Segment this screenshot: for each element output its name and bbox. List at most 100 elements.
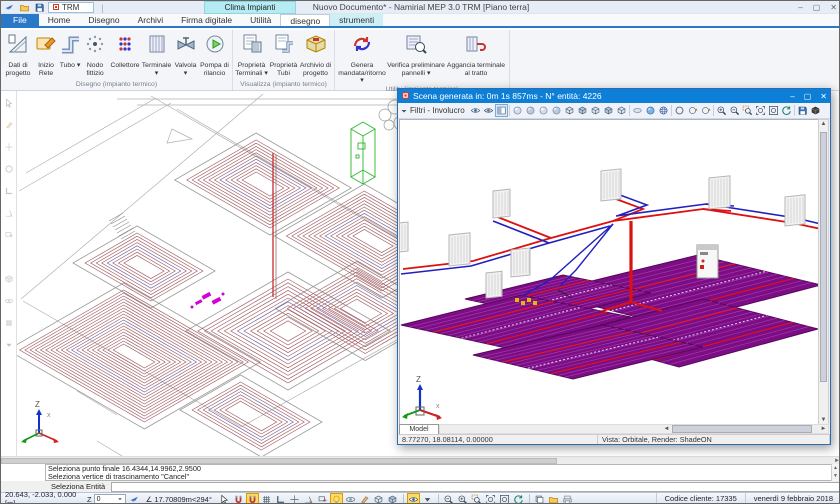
zoom-in-icon[interactable] <box>456 493 469 504</box>
zoom-previous-icon[interactable] <box>767 104 780 117</box>
orbit-rotate-icon[interactable] <box>512 493 525 504</box>
highlight-bulb-icon[interactable] <box>330 493 343 504</box>
dummy-node-button[interactable]: Nodo fittizio <box>81 31 109 77</box>
scene-viewer-window[interactable]: Scena generata in: 0m 1s 857ms - N° enti… <box>397 88 831 445</box>
viewer-maximize-button[interactable]: ▢ <box>804 92 812 101</box>
command-history-scroll[interactable]: ▲▼ <box>831 464 839 481</box>
draw-tool-icon[interactable] <box>4 183 14 201</box>
tab-disegno[interactable]: disegno <box>280 14 330 26</box>
draw-tool-icon[interactable] <box>4 227 14 245</box>
tab-archivi[interactable]: Archivi <box>129 14 173 26</box>
scroll-left-arrow[interactable]: ◄ <box>662 425 671 433</box>
minimize-button[interactable]: – <box>798 1 802 14</box>
circle-view-icon[interactable] <box>673 104 686 117</box>
generate-supply-return-button[interactable]: Genera mandata/ritorno ▾ <box>337 31 387 85</box>
terminal-button[interactable]: Terminale ▾ <box>141 31 172 77</box>
valve-button[interactable]: Valvola ▾ <box>172 31 199 77</box>
draw-tool-icon[interactable] <box>4 293 14 311</box>
zoom-out-icon[interactable] <box>728 104 741 117</box>
draw-tool-icon[interactable] <box>4 117 14 135</box>
draw-tool-icon[interactable] <box>4 337 14 355</box>
collector-button[interactable]: Collettore <box>109 31 141 70</box>
scene-3d-canvas[interactable]: Z x <box>399 119 820 426</box>
shade-ball-3-icon[interactable] <box>537 104 550 117</box>
ucs-cube-icon[interactable] <box>386 493 399 504</box>
solid-cube-5-icon[interactable] <box>615 104 628 117</box>
draw-tool-icon[interactable] <box>4 139 14 157</box>
panel-precheck-button[interactable]: Verifica preliminare pannelli ▾ <box>387 31 445 77</box>
orbit-icon[interactable] <box>344 493 357 504</box>
maximize-button[interactable]: ▢ <box>813 1 821 14</box>
pipe-properties-button[interactable]: Proprietà Tubi <box>268 31 299 77</box>
scroll-up-arrow[interactable]: ▲ <box>819 120 828 129</box>
spin-circle-icon[interactable] <box>699 104 712 117</box>
filters-dropdown[interactable]: Filtri - Involucro <box>400 106 469 115</box>
draw-tool-icon[interactable] <box>4 205 14 223</box>
grid-icon[interactable] <box>260 493 273 504</box>
layers-icon[interactable] <box>533 493 546 504</box>
save-view-icon[interactable] <box>796 104 809 117</box>
attach-terminal-button[interactable]: Aggancia terminale al tratto <box>445 31 507 77</box>
model-tab[interactable]: Model <box>399 424 439 434</box>
tab-utilità[interactable]: Utilità <box>241 14 280 26</box>
split-view-icon[interactable] <box>495 104 508 117</box>
viewer-title-bar[interactable]: Scena generata in: 0m 1s 857ms - N° enti… <box>398 89 830 103</box>
draw-tool-icon[interactable] <box>4 271 14 289</box>
visibility-eye-icon[interactable] <box>407 493 420 504</box>
shade-ball-2-icon[interactable] <box>524 104 537 117</box>
draw-tool-icon[interactable] <box>4 315 14 333</box>
wire-globe-icon[interactable] <box>657 104 670 117</box>
solid-cube-3-icon[interactable] <box>589 104 602 117</box>
pipe-button[interactable]: Tubo ▾ <box>59 31 81 70</box>
draw-tool-icon[interactable] <box>4 249 14 267</box>
rotate-view-icon[interactable] <box>780 104 793 117</box>
command-input[interactable] <box>111 482 840 492</box>
zoom-all-icon[interactable] <box>498 493 511 504</box>
viewer-minimize-button[interactable]: – <box>790 92 794 101</box>
flat-disc-icon[interactable] <box>631 104 644 117</box>
tab-disegno[interactable]: Disegno <box>79 14 128 26</box>
osnap-magnet-icon[interactable] <box>246 493 259 504</box>
snap-magnet-icon[interactable] <box>232 493 245 504</box>
shade-ball-4-icon[interactable] <box>550 104 563 117</box>
project-folder-icon[interactable] <box>547 493 560 504</box>
zoom-in-icon[interactable] <box>715 104 728 117</box>
project-data-button[interactable]: Dati di progetto <box>3 31 33 77</box>
zoom-out-icon[interactable] <box>442 493 455 504</box>
viewer-vscroll-thumb[interactable] <box>820 132 827 382</box>
network-start-button[interactable]: Inizio Rete <box>33 31 59 77</box>
solid-cube-4-icon[interactable] <box>602 104 615 117</box>
tab-firma-digitale[interactable]: Firma digitale <box>172 14 241 26</box>
tab-home[interactable]: Home <box>39 14 80 26</box>
render-cube-icon[interactable] <box>809 104 822 117</box>
terminal-properties-button[interactable]: Proprietà Terminali ▾ <box>235 31 268 77</box>
view-cube-icon[interactable] <box>372 493 385 504</box>
orbit-circle-icon[interactable] <box>686 104 699 117</box>
tab-strumenti[interactable]: strumenti <box>330 14 383 26</box>
layer-plane-icon[interactable] <box>128 493 141 504</box>
viewer-hscroll-thumb[interactable] <box>672 425 812 433</box>
pump-button[interactable]: Pompa di rilancio <box>199 31 230 77</box>
shade-ball-1-icon[interactable] <box>511 104 524 117</box>
crosshair-icon[interactable] <box>288 493 301 504</box>
main-horizontal-scrollbar[interactable]: ► <box>1 456 840 464</box>
draw-tool-icon[interactable] <box>4 161 14 179</box>
polar-angle-icon[interactable] <box>302 493 315 504</box>
viewer-horizontal-scrollbar[interactable]: ◄ ► <box>439 424 829 434</box>
shaded-sphere-icon[interactable] <box>644 104 657 117</box>
visibility-caret-icon[interactable] <box>421 493 434 504</box>
zoom-window-icon[interactable] <box>741 104 754 117</box>
zoom-extents-icon[interactable] <box>484 493 497 504</box>
close-button[interactable]: ✕ <box>830 1 837 14</box>
project-archive-button[interactable]: Archivio di progetto <box>299 31 332 77</box>
hide-eye-icon[interactable] <box>482 104 495 117</box>
viewer-vertical-scrollbar[interactable]: ▲ ▼ <box>818 119 829 426</box>
viewer-close-button[interactable]: ✕ <box>820 92 827 101</box>
scroll-right-arrow[interactable]: ► <box>819 425 828 433</box>
printer-icon[interactable] <box>561 493 574 504</box>
select-cursor-icon[interactable] <box>218 493 231 504</box>
zoom-extents-icon[interactable] <box>754 104 767 117</box>
draw-tool-icon[interactable] <box>4 95 14 113</box>
solid-cube-2-icon[interactable] <box>576 104 589 117</box>
rect-snap-icon[interactable] <box>316 493 329 504</box>
